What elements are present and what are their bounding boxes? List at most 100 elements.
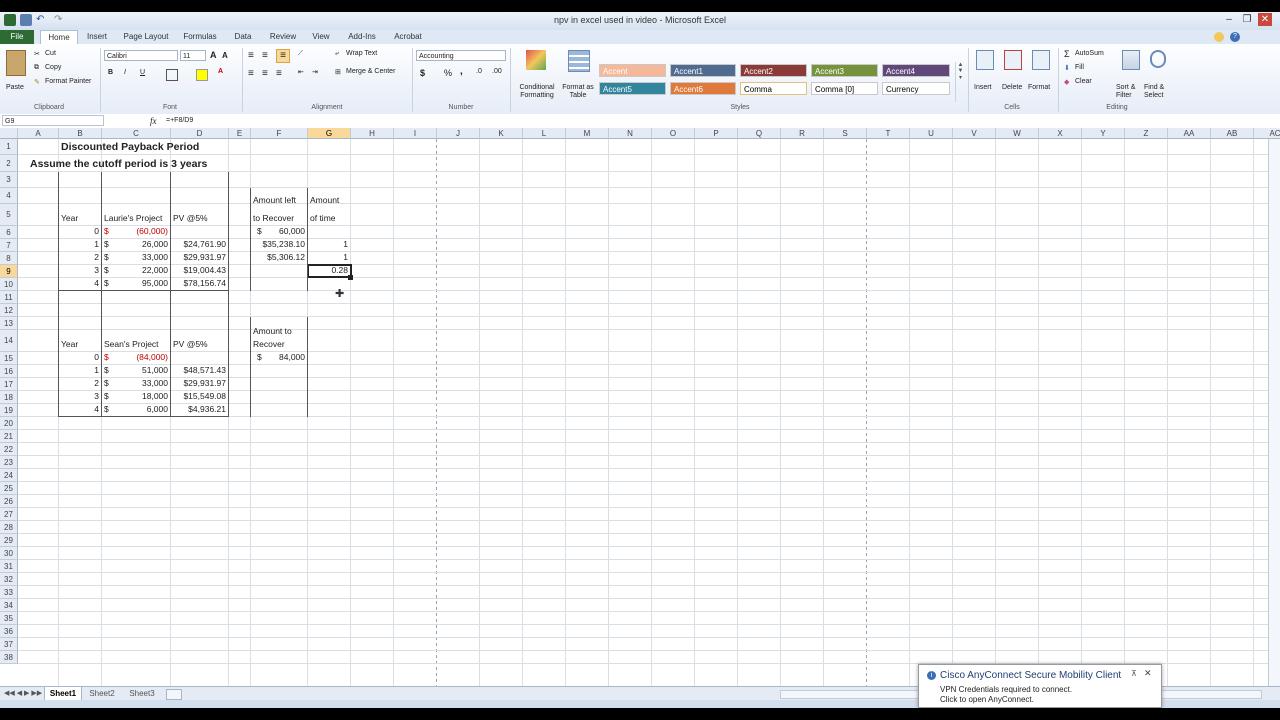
- style-accent6[interactable]: Accent6: [670, 82, 736, 95]
- row-header[interactable]: 3: [0, 172, 18, 188]
- tab-file[interactable]: File: [0, 30, 34, 44]
- column-header[interactable]: H: [351, 128, 394, 139]
- format-button[interactable]: Format: [1028, 84, 1050, 91]
- column-header[interactable]: K: [480, 128, 523, 139]
- tab-home[interactable]: Home: [40, 30, 78, 45]
- column-header[interactable]: E: [229, 128, 251, 139]
- style-accent3[interactable]: Accent3: [811, 64, 878, 77]
- align-top-icon[interactable]: ≡: [248, 50, 254, 61]
- column-header[interactable]: F: [251, 128, 308, 139]
- restore-button[interactable]: ❐: [1240, 13, 1254, 26]
- row-header[interactable]: 38: [0, 651, 18, 664]
- vpn-notification[interactable]: i Cisco AnyConnect Secure Mobility Clien…: [918, 664, 1162, 708]
- column-header[interactable]: Z: [1125, 128, 1168, 139]
- font-name-field[interactable]: Calibri: [104, 50, 178, 61]
- row-header[interactable]: 16: [0, 365, 18, 378]
- column-header[interactable]: N: [609, 128, 652, 139]
- column-header[interactable]: X: [1039, 128, 1082, 139]
- autosum-button[interactable]: AutoSum: [1075, 50, 1104, 57]
- style-accent[interactable]: Accent: [599, 64, 666, 77]
- column-header[interactable]: J: [437, 128, 480, 139]
- align-center-icon[interactable]: ≡: [262, 68, 268, 79]
- underline-button[interactable]: U: [140, 69, 145, 76]
- tab-page-layout[interactable]: Page Layout: [118, 30, 174, 44]
- delete-button[interactable]: Delete: [1002, 84, 1022, 91]
- selected-cell-g9[interactable]: [307, 264, 352, 278]
- number-format-field[interactable]: Accounting: [416, 50, 506, 61]
- borders-icon[interactable]: [166, 69, 178, 81]
- vertical-scrollbar[interactable]: [1268, 139, 1280, 686]
- fill-handle[interactable]: [348, 275, 353, 280]
- increase-decimal-icon[interactable]: .0: [476, 68, 482, 75]
- tab-view[interactable]: View: [306, 30, 336, 44]
- copy-icon[interactable]: ⧉: [34, 64, 39, 72]
- paste-button[interactable]: Paste: [6, 84, 24, 91]
- fill-icon[interactable]: ⬇: [1064, 64, 1070, 72]
- tab-review[interactable]: Review: [264, 30, 302, 44]
- name-box[interactable]: G9: [2, 115, 104, 126]
- sheet-tab-2[interactable]: Sheet2: [84, 687, 120, 700]
- row-header[interactable]: 37: [0, 638, 18, 651]
- select-all-corner[interactable]: [0, 128, 18, 139]
- column-header[interactable]: I: [394, 128, 437, 139]
- column-header[interactable]: Q: [738, 128, 781, 139]
- notification-close-icon[interactable]: ✕: [1144, 668, 1152, 679]
- align-middle-icon[interactable]: ≡: [262, 50, 268, 61]
- pin-icon[interactable]: ⊼: [1131, 669, 1137, 678]
- row-header[interactable]: 14: [0, 330, 18, 352]
- row-header[interactable]: 15: [0, 352, 18, 365]
- column-header[interactable]: W: [996, 128, 1039, 139]
- row-header[interactable]: 18: [0, 391, 18, 404]
- style-comma[interactable]: Comma: [740, 82, 807, 95]
- row-header[interactable]: 21: [0, 430, 18, 443]
- format-as-table-button[interactable]: Format as Table: [560, 84, 596, 100]
- help-icon[interactable]: ?: [1230, 32, 1240, 42]
- style-comma-0[interactable]: Comma [0]: [811, 82, 878, 95]
- format-table-icon[interactable]: [568, 50, 590, 72]
- conditional-formatting-button[interactable]: Conditional Formatting: [514, 84, 560, 100]
- wrap-text-icon[interactable]: ⤶: [335, 50, 339, 58]
- shrink-font-icon[interactable]: A: [222, 51, 228, 60]
- comma-button[interactable]: ,: [460, 66, 463, 77]
- grow-font-icon[interactable]: A: [210, 50, 217, 60]
- align-left-icon[interactable]: ≡: [248, 68, 254, 79]
- tab-formulas[interactable]: Formulas: [178, 30, 222, 44]
- column-header[interactable]: B: [59, 128, 102, 139]
- sheet-tab-3[interactable]: Sheet3: [124, 687, 160, 700]
- increase-indent-icon[interactable]: ⇥: [312, 68, 318, 76]
- row-header[interactable]: 2: [0, 155, 18, 172]
- row-header[interactable]: 36: [0, 625, 18, 638]
- insert-cells-icon[interactable]: [976, 50, 994, 70]
- decrease-indent-icon[interactable]: ⇤: [298, 68, 304, 76]
- row-header[interactable]: 11: [0, 291, 18, 304]
- row-header[interactable]: 4: [0, 188, 18, 204]
- row-header[interactable]: 17: [0, 378, 18, 391]
- column-header[interactable]: C: [102, 128, 171, 139]
- column-header[interactable]: O: [652, 128, 695, 139]
- merge-center-icon[interactable]: ⊞: [335, 68, 341, 76]
- sheet-tab-1[interactable]: Sheet1: [44, 687, 82, 701]
- row-header[interactable]: 1: [0, 139, 18, 155]
- style-accent4[interactable]: Accent4: [882, 64, 950, 77]
- row-header[interactable]: 31: [0, 560, 18, 573]
- align-right-icon[interactable]: ≡: [276, 68, 282, 79]
- tab-add-ins[interactable]: Add-Ins: [340, 30, 384, 44]
- orientation-icon[interactable]: ⟋: [298, 50, 303, 58]
- format-cells-icon[interactable]: [1032, 50, 1050, 70]
- column-header[interactable]: V: [953, 128, 996, 139]
- row-header[interactable]: 29: [0, 534, 18, 547]
- decrease-decimal-icon[interactable]: .00: [492, 68, 502, 75]
- row-header[interactable]: 26: [0, 495, 18, 508]
- insert-function-icon[interactable]: fx: [150, 116, 157, 126]
- clear-icon[interactable]: ◆: [1064, 78, 1069, 86]
- column-header[interactable]: AC: [1254, 128, 1280, 139]
- cut-button[interactable]: Cut: [45, 50, 56, 57]
- row-header[interactable]: 30: [0, 547, 18, 560]
- row-header[interactable]: 23: [0, 456, 18, 469]
- row-header[interactable]: 20: [0, 417, 18, 430]
- autosum-icon[interactable]: Σ: [1064, 49, 1070, 59]
- column-header[interactable]: AA: [1168, 128, 1211, 139]
- column-header[interactable]: L: [523, 128, 566, 139]
- formula-input[interactable]: =+F8/D9: [164, 115, 1278, 126]
- insert-sheet-icon[interactable]: [166, 689, 182, 700]
